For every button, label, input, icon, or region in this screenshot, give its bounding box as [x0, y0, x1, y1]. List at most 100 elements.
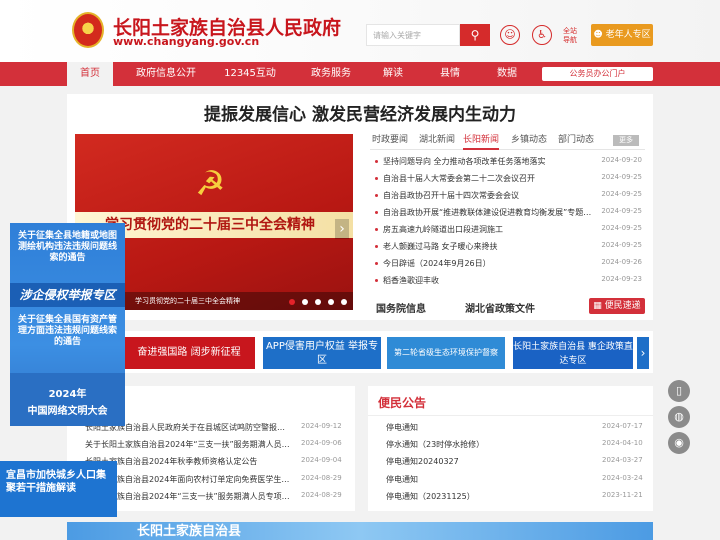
float-conference[interactable]: 2024年 中国网络文明大会 [10, 373, 125, 426]
news-item[interactable]: 老人颤巍过马路 女子暖心来搀扶 2024-09-25 [370, 239, 642, 255]
site-guide-link[interactable]: 全站导航 [560, 27, 580, 45]
list-item[interactable]: 停电通知20240327 2024-03-27 [386, 454, 648, 469]
mobile-icon[interactable]: ▯ [668, 380, 690, 402]
news-title[interactable]: 今日辟谣（2024年9月26日） [383, 258, 593, 269]
slider-dot[interactable] [302, 299, 308, 305]
list-item[interactable]: 关于长阳土家族自治县2024年“三支一扶”服务期满人员… 2024-09-06 [85, 437, 347, 452]
list-item-title[interactable]: 停电通知 [386, 422, 586, 433]
nav-gov-info[interactable]: 政府信息公开 [131, 62, 201, 86]
list-item[interactable]: 停水通知（23时停水抢修） 2024-04-10 [386, 437, 648, 452]
search-button[interactable]: ⚲ [460, 24, 490, 46]
news-item[interactable]: 坚持问题导向 全力推动各项改革任务落地落实 2024-09-20 [370, 154, 642, 170]
civil-servant-portal-button[interactable]: 公务员办公门户 [542, 67, 653, 81]
news-title[interactable]: 稻香渔歌迎丰收 [383, 275, 593, 286]
nav-12345[interactable]: 12345互动 [222, 62, 278, 86]
nav-interpret[interactable]: 解读 [378, 62, 408, 86]
slider-dot[interactable] [341, 299, 347, 305]
tab-hubei[interactable]: 湖北新闻 [419, 132, 455, 145]
bottom-banner[interactable]: 长阳土家族自治县 [67, 522, 653, 540]
float-notice-2[interactable]: 关于征集全县国有资产管理方面违法违规问题线索的通告 [14, 315, 121, 348]
list-item-date: 2023-11-21 [602, 491, 643, 499]
news-title[interactable]: 自治县政协开展“推进教联体建设促进教育均衡发展”专题… [383, 207, 593, 218]
tab-politics[interactable]: 时政要闻 [372, 132, 408, 145]
elder-zone-label: 老年人专区 [605, 30, 651, 40]
bullet-icon [375, 279, 378, 282]
conference-year: 2024年 [48, 389, 87, 400]
state-council-link[interactable]: 国务院信息 [376, 300, 426, 315]
news-date: 2024-09-26 [601, 258, 642, 266]
floating-policy-banner[interactable]: 宜昌市加快城乡人口集聚若干措施解读 [0, 461, 117, 517]
list-item-title[interactable]: 停水通知（23时停水抢修） [386, 439, 586, 450]
news-item[interactable]: 自治县政协开展“推进教联体建设促进教育均衡发展”专题… 2024-09-25 [370, 205, 642, 221]
news-date: 2024-09-25 [601, 173, 642, 181]
elder-zone-button[interactable]: ☻ 老年人专区 [591, 24, 653, 46]
weibo-icon[interactable]: ◉ [668, 432, 690, 454]
party-emblem-icon: ☭ [195, 164, 226, 204]
conference-title: 中国网络文明大会 [27, 406, 108, 417]
search-input[interactable]: 请输入关键字 [366, 24, 460, 46]
news-date: 2024-09-25 [601, 207, 642, 215]
banner-next-arrow[interactable]: › [637, 337, 649, 369]
news-title[interactable]: 自治县十届人大常委会第二十二次会议召开 [383, 173, 593, 184]
banner-enterprise-policy[interactable]: 长阳土家族自治县 惠企政策直达专区 [513, 337, 633, 369]
bullet-icon [375, 194, 378, 197]
nav-home[interactable]: 首页 [67, 62, 113, 86]
list-item[interactable]: 停电通知（20231125） 2023-11-21 [386, 489, 648, 504]
news-item[interactable]: 房五高速九岭隧道出口段进洞施工 2024-09-25 [370, 222, 642, 238]
bullet-icon [375, 228, 378, 231]
list-item-title[interactable]: 停电通知（20231125） [386, 491, 586, 502]
nav-services[interactable]: 政务服务 [303, 62, 359, 86]
slider-dot[interactable] [289, 299, 295, 305]
site-header: 长阳土家族自治县人民政府 www.changyang.gov.cn 请输入关键字… [0, 0, 720, 62]
accessibility-icon[interactable]: ♿ [532, 25, 552, 45]
list-item[interactable]: 长阳土家族自治县2024年面向农村订单定向免费医学生… 2024-08-29 [85, 472, 347, 487]
list-item[interactable]: 停电通知 2024-03-24 [386, 472, 648, 487]
list-item-title[interactable]: 停电通知20240327 [386, 456, 586, 467]
slider-dot[interactable] [315, 299, 321, 305]
news-item[interactable]: 自治县政协召开十届十四次常委会会议 2024-09-25 [370, 188, 642, 204]
list-item[interactable]: 长阳土家族自治县2024年秋季教师资格认定公告 2024-09-04 [85, 454, 347, 469]
tab-department[interactable]: 部门动态 [558, 132, 594, 145]
list-item[interactable]: 长阳土家族自治县2024年“三支一扶”服务期满人员专项… 2024-08-29 [85, 489, 347, 504]
list-item[interactable]: 停电通知 2024-07-17 [386, 420, 648, 435]
news-title[interactable]: 自治县政协召开十届十四次常委会会议 [383, 190, 593, 201]
more-button[interactable]: 更多 [613, 135, 639, 146]
slider-next-arrow[interactable]: › [335, 219, 349, 239]
robot-icon[interactable]: ☺ [500, 25, 520, 45]
news-title[interactable]: 坚持问题导向 全力推动各项改革任务落地落实 [383, 156, 593, 167]
headline[interactable]: 提振发展信心 激发民营经济发展内生动力 [67, 100, 653, 125]
list-item-title[interactable]: 停电通知 [386, 474, 586, 485]
news-item[interactable]: 今日辟谣（2024年9月26日） 2024-09-26 [370, 256, 642, 272]
list-item-date: 2024-03-27 [602, 456, 643, 464]
news-title[interactable]: 房五高速九岭隧道出口段进洞施工 [383, 224, 593, 235]
float-enterprise-report[interactable]: 涉企侵权举报专区 [10, 283, 125, 307]
main-nav: 首页 政府信息公开 12345互动 政务服务 解读 县情 数据 公务员办公门户 [0, 62, 720, 86]
tab-changyang[interactable]: 长阳新闻 [463, 132, 500, 150]
float-notice-1[interactable]: 关于征集全县地籍或地图测绘机构违法违规问题线索的通告 [14, 231, 121, 264]
hubei-policy-link[interactable]: 湖北省政策文件 [465, 300, 535, 315]
express-label: 便民速递 [604, 301, 641, 311]
wechat-icon[interactable]: ◍ [668, 406, 690, 428]
bullet-icon [375, 160, 378, 163]
bullet-icon [375, 211, 378, 214]
list-item-date: 2024-04-10 [602, 439, 643, 447]
news-date: 2024-09-20 [601, 156, 642, 164]
news-item[interactable]: 稻香渔歌迎丰收 2024-09-23 [370, 273, 642, 289]
list-item-title[interactable]: 关于长阳土家族自治县2024年“三支一扶”服务期满人员… [85, 439, 290, 450]
list-item-date: 2024-09-04 [301, 456, 342, 464]
section-title[interactable]: 便民公告 [378, 394, 426, 411]
slider-dot[interactable] [328, 299, 334, 305]
news-title[interactable]: 老人颤巍过马路 女子暖心来搀扶 [383, 241, 593, 252]
banner-eco-inspection[interactable]: 第二轮省级生态环境保护督察 [387, 337, 505, 369]
banner-strong-nation[interactable]: 奋进强国路 阔步新征程 [123, 337, 255, 369]
floating-notice-panel[interactable]: 关于征集全县地籍或地图测绘机构违法违规问题线索的通告 涉企侵权举报专区 关于征集… [10, 223, 125, 426]
news-date: 2024-09-25 [601, 224, 642, 232]
express-button[interactable]: ▦ 便民速递 [589, 298, 645, 314]
banner-app-report[interactable]: APP侵害用户权益 举报专区 [263, 337, 381, 369]
tab-township[interactable]: 乡镇动态 [511, 132, 547, 145]
list-item-date: 2024-03-24 [602, 474, 643, 482]
nav-data[interactable]: 数据 [492, 62, 522, 86]
nav-county[interactable]: 县情 [435, 62, 465, 86]
news-item[interactable]: 自治县十届人大常委会第二十二次会议召开 2024-09-25 [370, 171, 642, 187]
list-item-date: 2024-09-06 [301, 439, 342, 447]
